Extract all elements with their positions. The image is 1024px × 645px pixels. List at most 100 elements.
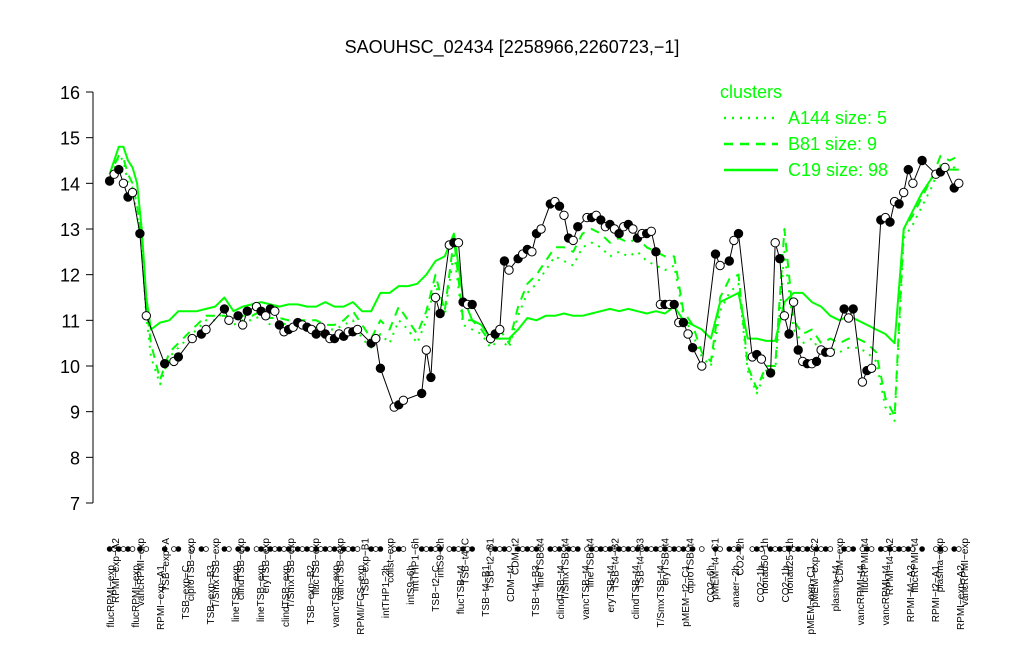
line-chart: SAOUHSC_02434 [2258966,2260723,−1] 7 8 9 10… — [0, 0, 1024, 640]
x-tick-label: CO2−6h — [706, 565, 717, 603]
x-tick-label: TSB−t4−B1 — [481, 565, 492, 617]
data-point — [628, 224, 638, 234]
x-tick-label: intTHP1−2h — [381, 565, 392, 618]
legend-label: B81 size: 9 — [788, 134, 877, 154]
data-point — [683, 329, 693, 339]
data-point — [651, 247, 661, 257]
sample-dot — [951, 546, 957, 552]
x-tick-label: TSB−t4−B3 — [531, 565, 542, 617]
data-point — [527, 247, 537, 257]
sample-dot — [395, 546, 402, 552]
data-point — [848, 304, 858, 314]
data-point — [646, 226, 656, 237]
y-tick-label: 11 — [61, 311, 80, 331]
data-point — [504, 265, 514, 275]
data-point — [453, 238, 464, 248]
data-point — [536, 224, 546, 234]
data-point — [173, 352, 184, 362]
sample-dot — [322, 546, 329, 552]
data-point — [417, 388, 427, 399]
sample-dot — [129, 546, 136, 552]
x-tick-label: TSB−t2−C — [431, 565, 442, 612]
sample-dot — [524, 546, 531, 552]
x-tick-label: T/SmxTSB−t4 — [656, 565, 667, 628]
sample-dot — [446, 546, 453, 552]
sample-dot — [896, 546, 902, 552]
data-point — [554, 201, 565, 211]
data-point — [499, 256, 510, 266]
x-tick-label: pMEM−t2−C1 — [681, 565, 692, 627]
data-point — [568, 235, 578, 246]
x-tick-label: CDM−t4 — [506, 565, 517, 602]
sample-dot — [827, 546, 834, 552]
data-point — [775, 254, 785, 264]
x-tick-label: clindTSB−t4 — [631, 565, 642, 620]
data-point — [788, 297, 799, 307]
x-tick-label: lineTSB−exp — [256, 565, 267, 622]
sample-dot — [877, 546, 884, 552]
sample-dot — [175, 546, 182, 552]
data-point — [233, 311, 243, 321]
data-point — [784, 329, 794, 339]
y-tick-label: 7 — [70, 494, 80, 514]
data-point — [687, 343, 698, 353]
data-point — [495, 324, 505, 335]
data-point — [371, 333, 381, 344]
y-tick-label: 8 — [70, 448, 80, 468]
sample-dot — [597, 546, 604, 552]
x-tick-label: CO2−1h — [781, 565, 792, 603]
x-tick-label: clindTSB−exp — [281, 565, 292, 627]
data-point — [141, 311, 152, 321]
sample-dot — [799, 546, 806, 552]
sample-dot — [552, 546, 558, 552]
data-point — [187, 333, 197, 344]
data-point — [573, 222, 583, 232]
sample-dot — [776, 546, 783, 552]
sample-dot — [822, 546, 829, 552]
data-point — [467, 299, 477, 310]
sample-dot — [451, 546, 457, 552]
data-point — [421, 345, 431, 355]
data-point — [201, 324, 211, 335]
data-point — [793, 345, 803, 355]
sample-dot — [602, 546, 609, 552]
sample-dot — [428, 546, 434, 552]
sample-dot — [276, 546, 283, 552]
y-tick-label: 13 — [60, 220, 80, 240]
sample-dot — [570, 546, 576, 552]
data-point — [426, 372, 436, 383]
legend-title: clusters — [720, 82, 782, 102]
sample-dot — [547, 546, 554, 552]
x-tick-label: intS9−6h — [406, 565, 417, 605]
sample-dot — [726, 546, 733, 552]
data-point — [238, 320, 248, 330]
sample-dot — [625, 546, 632, 552]
data-point — [779, 311, 790, 321]
sample-dot — [496, 546, 503, 552]
sample-dot — [226, 546, 232, 552]
data-point — [839, 304, 849, 314]
sample-dot — [675, 546, 682, 552]
y-tick-label: 12 — [60, 266, 80, 286]
data-point — [733, 228, 744, 239]
data-point — [715, 260, 725, 271]
data-point — [697, 361, 707, 371]
sample-dot — [354, 546, 361, 552]
x-tick-label: RPMI−exp−A1 — [156, 565, 167, 630]
x-tick-label: TSB−exp−C — [181, 565, 192, 619]
x-tick-label: TSB−exp−B2 — [306, 565, 317, 625]
data-point — [669, 299, 679, 310]
sample-dot — [501, 546, 508, 552]
sample-dot — [221, 546, 228, 552]
data-point — [825, 347, 835, 357]
sample-dot — [304, 546, 310, 552]
data-point — [710, 249, 721, 259]
x-tick-label: lineTSB−exp — [231, 565, 242, 622]
data-point — [127, 187, 138, 198]
data-point — [940, 162, 950, 173]
sample-dot — [253, 546, 260, 552]
chart: SAOUHSC_02434 [2258966,2260723,−1] 7 8 9 10… — [0, 0, 1024, 640]
data-point — [375, 363, 386, 373]
sample-dot — [749, 546, 756, 552]
sample-dot — [271, 546, 278, 552]
